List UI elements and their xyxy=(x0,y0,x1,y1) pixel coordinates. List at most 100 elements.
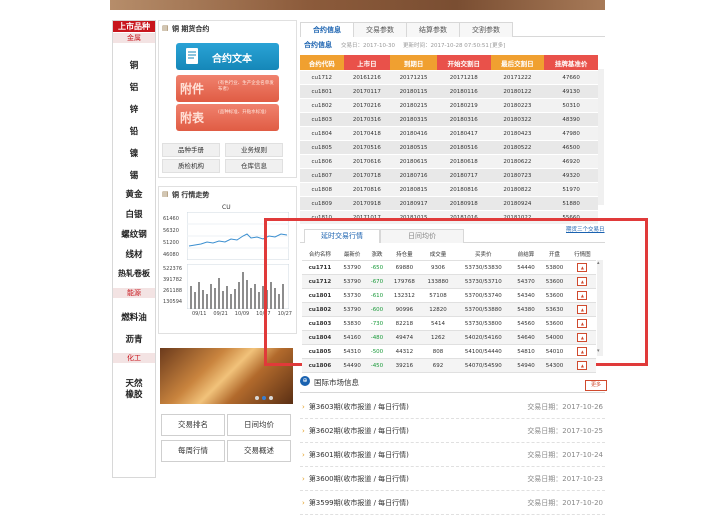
trading-ranking-button[interactable]: 交易排名 xyxy=(161,414,225,436)
inspection-agency-link[interactable]: 质检机构 xyxy=(162,159,220,173)
table-cell: 133880 xyxy=(421,274,455,289)
contract-code-cell[interactable]: cu1809 xyxy=(300,196,344,211)
chart-icon-cell[interactable]: ▲ xyxy=(568,302,596,317)
col-header: 买卖价 xyxy=(454,248,512,261)
price-axis: 61460 56320 51200 46080 xyxy=(163,213,179,261)
quote-chart-icon[interactable]: ▲ xyxy=(577,291,588,300)
contract-name-cell[interactable]: cu1804 xyxy=(302,330,338,345)
news-item[interactable]: › 第3599期(收市报道 / 每日行情) 交易日期：2017-10-20 xyxy=(300,492,605,515)
chart-icon-cell[interactable]: ▲ xyxy=(568,358,596,373)
quote-table-scrollbar[interactable]: ▴ ▾ xyxy=(597,260,603,356)
contract-name-cell[interactable]: cu1712 xyxy=(302,274,338,289)
warehouse-info-link[interactable]: 仓库信息 xyxy=(225,159,283,173)
table-cell: 39216 xyxy=(387,358,422,373)
quote-chart-icon[interactable]: ▲ xyxy=(577,361,588,370)
chart-icon-cell[interactable]: ▲ xyxy=(568,260,596,275)
quote-chart-icon[interactable]: ▲ xyxy=(577,263,588,272)
chart-icon-cell[interactable]: ▲ xyxy=(568,330,596,345)
contract-name-cell[interactable]: cu1805 xyxy=(302,344,338,359)
contract-text-label: 合约文本 xyxy=(212,54,252,65)
quote-table: 合约名称 最新价 涨跌 持仓量 成交量 买卖价 前结算 开盘 行情图 cu1711 53790 -6… xyxy=(302,248,596,373)
contract-code-cell[interactable]: cu1712 xyxy=(300,70,344,85)
sidebar-item-rebar[interactable]: 螺纹钢 xyxy=(113,228,155,240)
quote-chart-icon[interactable]: ▲ xyxy=(577,347,588,356)
tab-delivery-params[interactable]: 交割参数 xyxy=(459,22,513,37)
contract-name-cell[interactable]: cu1806 xyxy=(302,358,338,373)
sidebar-item-nickel[interactable]: 镍 xyxy=(113,147,155,159)
variety-handbook-link[interactable]: 品种手册 xyxy=(162,143,220,157)
news-item-title[interactable]: 第3599期(收市报道 / 每日行情) xyxy=(309,499,409,507)
weekly-quotes-button[interactable]: 每周行情 xyxy=(161,440,225,462)
carousel-dot[interactable] xyxy=(262,396,266,400)
contract-name-cell[interactable]: cu1711 xyxy=(302,260,338,275)
quote-chart-icon[interactable]: ▲ xyxy=(577,305,588,314)
contract-name-cell[interactable]: cu1802 xyxy=(302,302,338,317)
scroll-up-icon[interactable]: ▴ xyxy=(597,260,600,266)
sidebar-item-zinc[interactable]: 锌 xyxy=(113,103,155,115)
contract-text-button[interactable]: 合约文本 xyxy=(176,43,279,70)
col-header: 前结算 xyxy=(511,248,541,261)
sidebar-item-wire-rod[interactable]: 线材 xyxy=(113,248,155,260)
table-cell: 54370 xyxy=(511,274,541,289)
sidebar-item-tin[interactable]: 锡 xyxy=(113,169,155,181)
contract-name-cell[interactable]: cu1801 xyxy=(302,288,338,303)
tab-delayed-quotes[interactable]: 延时交易行情 xyxy=(304,229,380,243)
carousel-dot[interactable] xyxy=(269,396,273,400)
contract-code-cell[interactable]: cu1805 xyxy=(300,140,344,155)
sidebar-group-metal[interactable]: 金属 xyxy=(113,33,155,43)
contract-code-cell[interactable]: cu1807 xyxy=(300,168,344,183)
quote-chart-icon[interactable]: ▲ xyxy=(577,319,588,328)
schedule-button[interactable]: 附表 (品种标准、升贴水标准) xyxy=(176,104,279,131)
daily-average-button[interactable]: 日间均价 xyxy=(227,414,291,436)
news-item[interactable]: › 第3603期(收市报道 / 每日行情) 交易日期：2017-10-26 xyxy=(300,396,605,419)
carousel-dot[interactable] xyxy=(255,396,259,400)
contract-code-cell[interactable]: cu1802 xyxy=(300,98,344,113)
tab-daily-average[interactable]: 日间均价 xyxy=(380,229,464,243)
chart-icon-cell[interactable]: ▲ xyxy=(568,274,596,289)
news-item[interactable]: › 第3602期(收市报道 / 每日行情) 交易日期：2017-10-25 xyxy=(300,420,605,443)
sidebar-item-fuel-oil[interactable]: 燃料油 xyxy=(113,311,155,323)
news-item-title[interactable]: 第3601期(收市报道 / 每日行情) xyxy=(309,451,409,459)
contract-code-cell[interactable]: cu1806 xyxy=(300,154,344,169)
quote-chart-icon[interactable]: ▲ xyxy=(577,277,588,286)
sidebar-item-gold[interactable]: 黄金 xyxy=(113,188,155,200)
tab-contract-info[interactable]: 合约信息 xyxy=(300,22,354,37)
chart-icon-cell[interactable]: ▲ xyxy=(568,344,596,359)
quote-more-link[interactable]: 期货三个交易日 xyxy=(566,225,605,233)
contract-code-cell[interactable]: cu1801 xyxy=(300,84,344,99)
sidebar-item-natural-rubber[interactable]: 天然橡胶 xyxy=(122,379,146,401)
business-rules-link[interactable]: 业务规则 xyxy=(225,143,283,157)
contract-code-cell[interactable]: cu1803 xyxy=(300,112,344,127)
chart-icon-cell[interactable]: ▲ xyxy=(568,316,596,331)
scroll-down-icon[interactable]: ▾ xyxy=(597,348,600,354)
sidebar-item-copper[interactable]: 铜 xyxy=(113,59,155,71)
tab-settlement-params[interactable]: 结算参数 xyxy=(406,22,460,37)
sidebar-group-chemical[interactable]: 化工 xyxy=(113,353,155,363)
volume-axis: 522376 391782 261188 130594 xyxy=(163,264,182,308)
contract-table-scrollbar[interactable] xyxy=(598,69,604,205)
contract-code-cell[interactable]: cu1808 xyxy=(300,182,344,197)
contract-code-cell[interactable]: cu1804 xyxy=(300,126,344,141)
sidebar-group-energy[interactable]: 能源 xyxy=(113,288,155,298)
tab-trading-params[interactable]: 交易参数 xyxy=(353,22,407,37)
news-item-title[interactable]: 第3603期(收市报道 / 每日行情) xyxy=(309,403,409,411)
quote-chart-icon[interactable]: ▲ xyxy=(577,333,588,342)
sidebar-item-silver[interactable]: 白银 xyxy=(113,208,155,220)
sidebar-item-hot-rolled-coil[interactable]: 热轧卷板 xyxy=(113,268,155,279)
attachment-button[interactable]: 附件 (有色行业、生产企业名单发布者) xyxy=(176,75,279,102)
sidebar-item-lead[interactable]: 铅 xyxy=(113,125,155,137)
news-item-title[interactable]: 第3602期(收市报道 / 每日行情) xyxy=(309,427,409,435)
news-item[interactable]: › 第3601期(收市报道 / 每日行情) 交易日期：2017-10-24 xyxy=(300,444,605,467)
sidebar-item-aluminum[interactable]: 铝 xyxy=(113,81,155,93)
news-item-title[interactable]: 第3600期(收市报道 / 每日行情) xyxy=(309,475,409,483)
table-cell: 132312 xyxy=(387,288,422,303)
contract-name-cell[interactable]: cu1803 xyxy=(302,316,338,331)
sidebar-item-bitumen[interactable]: 沥青 xyxy=(113,333,155,345)
news-more-button[interactable]: 更多 xyxy=(585,380,607,391)
news-item[interactable]: › 第3600期(收市报道 / 每日行情) 交易日期：2017-10-23 xyxy=(300,468,605,491)
chart-icon-cell[interactable]: ▲ xyxy=(568,288,596,303)
trading-overview-button[interactable]: 交易概述 xyxy=(227,440,291,462)
attachment-label: 附件 xyxy=(180,82,205,96)
contract-info-more-link[interactable]: [更多] xyxy=(490,41,505,49)
table-cell: 20180522 xyxy=(490,140,545,155)
